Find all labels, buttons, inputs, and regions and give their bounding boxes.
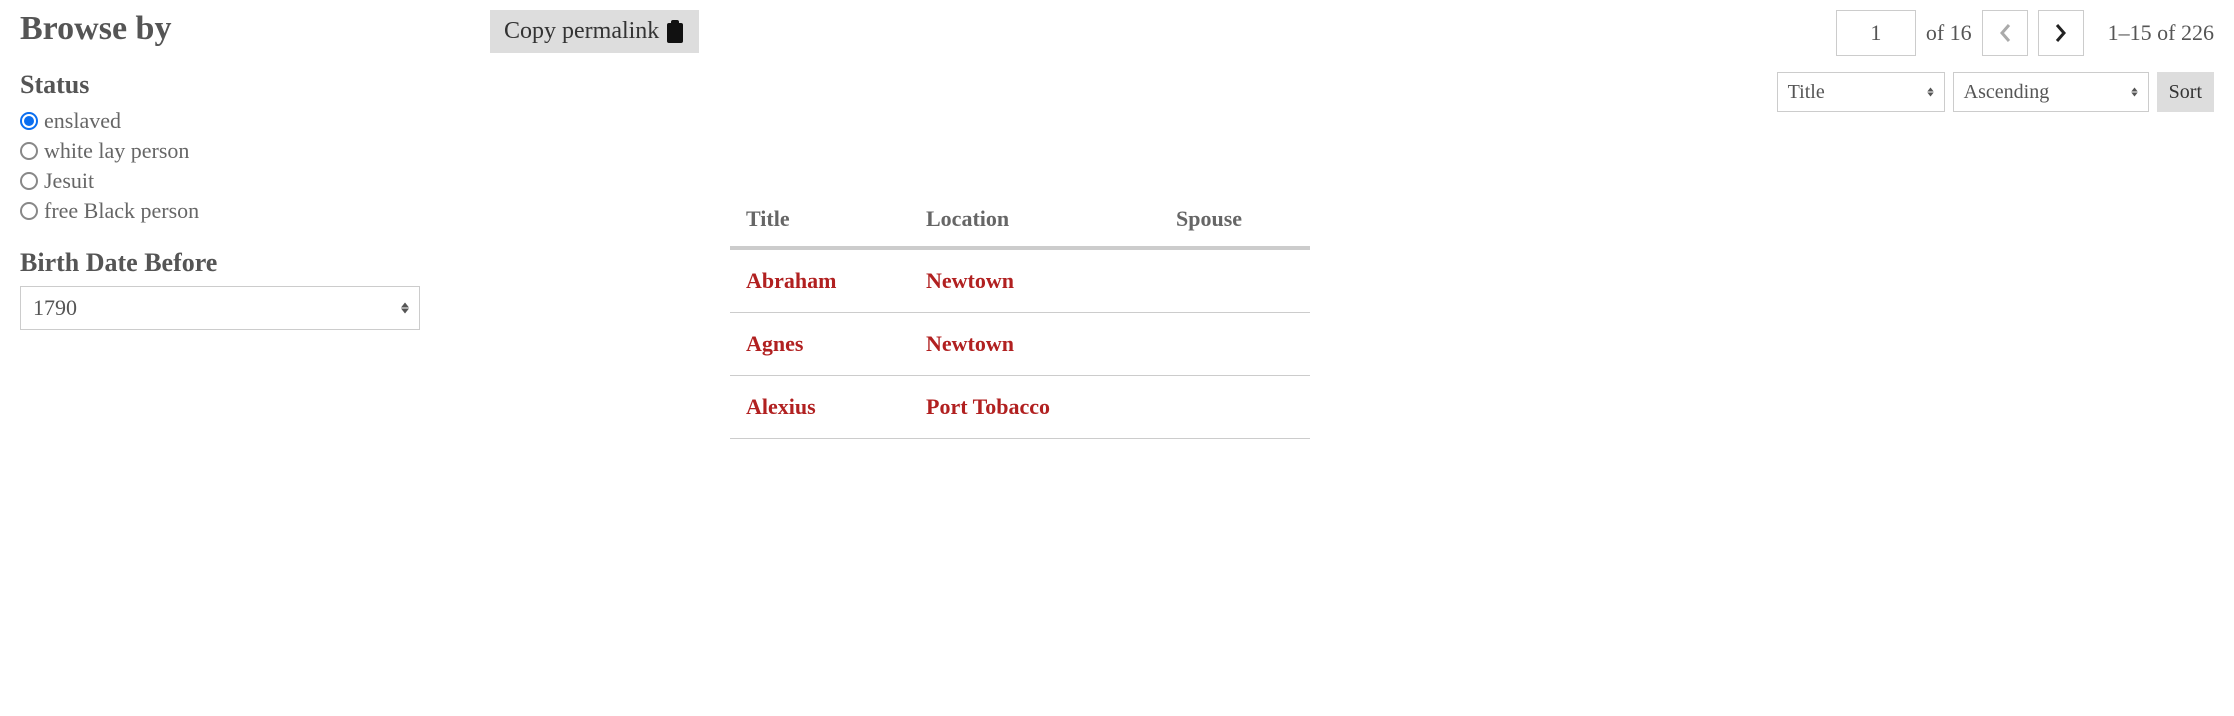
table-row: Abraham Newtown xyxy=(730,250,1310,313)
sort-controls: Title Ascending Sort xyxy=(1777,72,2214,112)
sort-direction-select[interactable]: Ascending xyxy=(1953,72,2149,112)
birth-date-heading: Birth Date Before xyxy=(20,248,460,278)
table-body: Abraham Newtown Agnes Newtown Alexius Port To… xyxy=(730,250,1310,439)
clipboard-icon xyxy=(665,20,685,44)
row-title-link[interactable]: Abraham xyxy=(746,268,836,293)
row-location-link[interactable]: Newtown xyxy=(926,268,1014,293)
select-arrows-icon xyxy=(2131,88,2138,97)
table-row: Agnes Newtown xyxy=(730,313,1310,376)
status-radio-option[interactable]: Jesuit xyxy=(20,168,460,194)
select-arrows-icon xyxy=(1927,88,1934,97)
radio-label: Jesuit xyxy=(44,168,94,194)
row-location-link[interactable]: Port Tobacco xyxy=(926,394,1050,419)
next-page-button[interactable] xyxy=(2038,10,2084,56)
row-title-link[interactable]: Alexius xyxy=(746,394,816,419)
row-title-link[interactable]: Agnes xyxy=(746,331,803,356)
status-radio-option[interactable]: white lay person xyxy=(20,138,460,164)
browse-by-heading: Browse by xyxy=(20,10,460,48)
header-title: Title xyxy=(746,206,926,232)
status-radio-option[interactable]: free Black person xyxy=(20,198,460,224)
status-radio-group: enslaved white lay person Jesuit free Black… xyxy=(20,108,460,224)
radio-icon xyxy=(20,142,38,160)
radio-icon xyxy=(20,202,38,220)
status-heading: Status xyxy=(20,70,460,100)
filter-sidebar: Browse by Status enslaved white lay perso… xyxy=(20,10,460,439)
toolbar: Copy permalink of 16 1–15 of 226 xyxy=(490,10,2214,112)
select-arrows-icon xyxy=(401,303,409,314)
table-header: Title Location Spouse xyxy=(730,192,1310,250)
chevron-left-icon xyxy=(1999,24,2011,42)
sort-field-value: Title xyxy=(1788,81,1825,104)
sort-button[interactable]: Sort xyxy=(2157,72,2214,112)
radio-label: white lay person xyxy=(44,138,189,164)
right-controls: of 16 1–15 of 226 Title xyxy=(1777,10,2214,112)
results-table: Title Location Spouse AbrahamNewtownAgne… xyxy=(730,192,1310,439)
row-spouse xyxy=(1176,394,1294,420)
main-content: Copy permalink of 16 1–15 of 226 xyxy=(490,10,2214,439)
radio-icon xyxy=(20,172,38,190)
status-radio-option[interactable]: enslaved xyxy=(20,108,460,134)
table-row: Alexius Port Tobacco xyxy=(730,376,1310,439)
copy-permalink-label: Copy permalink xyxy=(504,18,659,45)
pagination: of 16 1–15 of 226 xyxy=(1836,10,2214,56)
row-location-link[interactable]: Newtown xyxy=(926,331,1014,356)
header-location: Location xyxy=(926,206,1176,232)
sort-field-select[interactable]: Title xyxy=(1777,72,1945,112)
page-input[interactable] xyxy=(1836,10,1916,56)
copy-permalink-button[interactable]: Copy permalink xyxy=(490,10,699,53)
birth-date-select[interactable]: 1790 xyxy=(20,286,420,330)
sort-direction-value: Ascending xyxy=(1964,81,2050,104)
results-range: 1–15 of 226 xyxy=(2108,20,2214,46)
header-spouse: Spouse xyxy=(1176,206,1294,232)
radio-icon xyxy=(20,112,38,130)
chevron-right-icon xyxy=(2055,24,2067,42)
radio-label: free Black person xyxy=(44,198,199,224)
page-of-label: of 16 xyxy=(1926,20,1972,46)
row-spouse xyxy=(1176,268,1294,294)
radio-label: enslaved xyxy=(44,108,121,134)
birth-date-value: 1790 xyxy=(33,295,77,321)
prev-page-button[interactable] xyxy=(1982,10,2028,56)
row-spouse xyxy=(1176,331,1294,357)
